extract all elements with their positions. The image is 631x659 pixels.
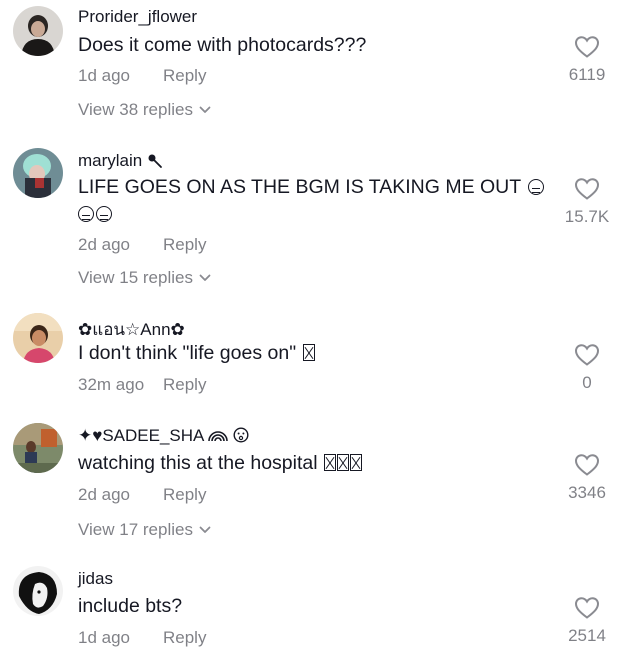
avatar[interactable] — [13, 6, 63, 56]
comment-text: watching this at the hospital — [78, 452, 362, 475]
username[interactable]: marylain — [78, 151, 163, 171]
username[interactable]: jidas — [78, 569, 113, 589]
view-replies-button[interactable]: View 17 replies — [78, 520, 211, 540]
comment-text: include bts? — [78, 595, 183, 617]
unrendered-glyph-icon — [302, 344, 315, 361]
view-replies-label: View 15 replies — [78, 268, 193, 287]
unrendered-glyph-icon — [336, 454, 349, 471]
grimace-emoji-icon — [78, 206, 94, 222]
chevron-down-icon — [199, 274, 211, 281]
view-replies-label: View 17 replies — [78, 520, 193, 539]
username[interactable]: Prorider_jflower — [78, 7, 197, 27]
grimace-emoji-icon — [528, 179, 545, 195]
like-count: 2514 — [568, 626, 606, 645]
like-count: 15.7K — [564, 207, 610, 226]
heart-outline-icon[interactable] — [574, 343, 600, 367]
avatar[interactable] — [13, 313, 63, 363]
comment-time: 1d ago — [78, 66, 130, 85]
comment-text: I don't think "life goes on" — [78, 342, 315, 365]
comment-text: Does it come with photocards??? — [78, 34, 367, 56]
comment-time: 32m ago — [78, 375, 145, 394]
reply-button[interactable]: Reply — [163, 628, 206, 648]
comment-text: LIFE GOES ON AS THE BGM IS TAKING ME OUT — [78, 176, 545, 199]
unrendered-glyph-icon — [349, 454, 362, 471]
username[interactable]: ✦♥SADEE_SHA — [78, 426, 249, 446]
chevron-down-icon — [199, 526, 211, 533]
avatar[interactable] — [13, 566, 63, 616]
avatar[interactable] — [13, 148, 63, 198]
view-replies-button[interactable]: View 38 replies — [78, 100, 211, 120]
heart-outline-icon[interactable] — [574, 35, 600, 59]
flower-icon: ✿ — [170, 320, 185, 339]
decorative-mark-icon — [148, 154, 162, 168]
heart-outline-icon[interactable] — [574, 596, 600, 620]
like-count: 3346 — [568, 483, 606, 502]
rainbow-icon — [208, 431, 228, 442]
grimace-emoji-icon — [96, 206, 112, 222]
reply-button[interactable]: Reply — [163, 375, 206, 395]
reply-button[interactable]: Reply — [163, 485, 206, 505]
unrendered-glyph-icon — [323, 454, 336, 471]
avatar[interactable] — [13, 423, 63, 473]
flower-icon: ✿ — [78, 320, 93, 339]
comment-time: 2d ago — [78, 235, 130, 254]
reply-button[interactable]: Reply — [163, 66, 206, 86]
comment-time: 2d ago — [78, 485, 130, 504]
like-count: 6119 — [568, 65, 606, 84]
comment-time: 1d ago — [78, 628, 130, 647]
like-count: 0 — [582, 373, 592, 392]
view-replies-button[interactable]: View 15 replies — [78, 268, 211, 288]
view-replies-label: View 38 replies — [78, 100, 193, 119]
username[interactable]: ✿แอน☆Ann✿ — [78, 316, 185, 343]
heart-outline-icon[interactable] — [574, 177, 600, 201]
comment-text-continued — [78, 203, 112, 226]
face-emoji-icon — [233, 427, 249, 443]
heart-outline-icon[interactable] — [574, 453, 600, 477]
chevron-down-icon — [199, 106, 211, 113]
reply-button[interactable]: Reply — [163, 235, 206, 255]
